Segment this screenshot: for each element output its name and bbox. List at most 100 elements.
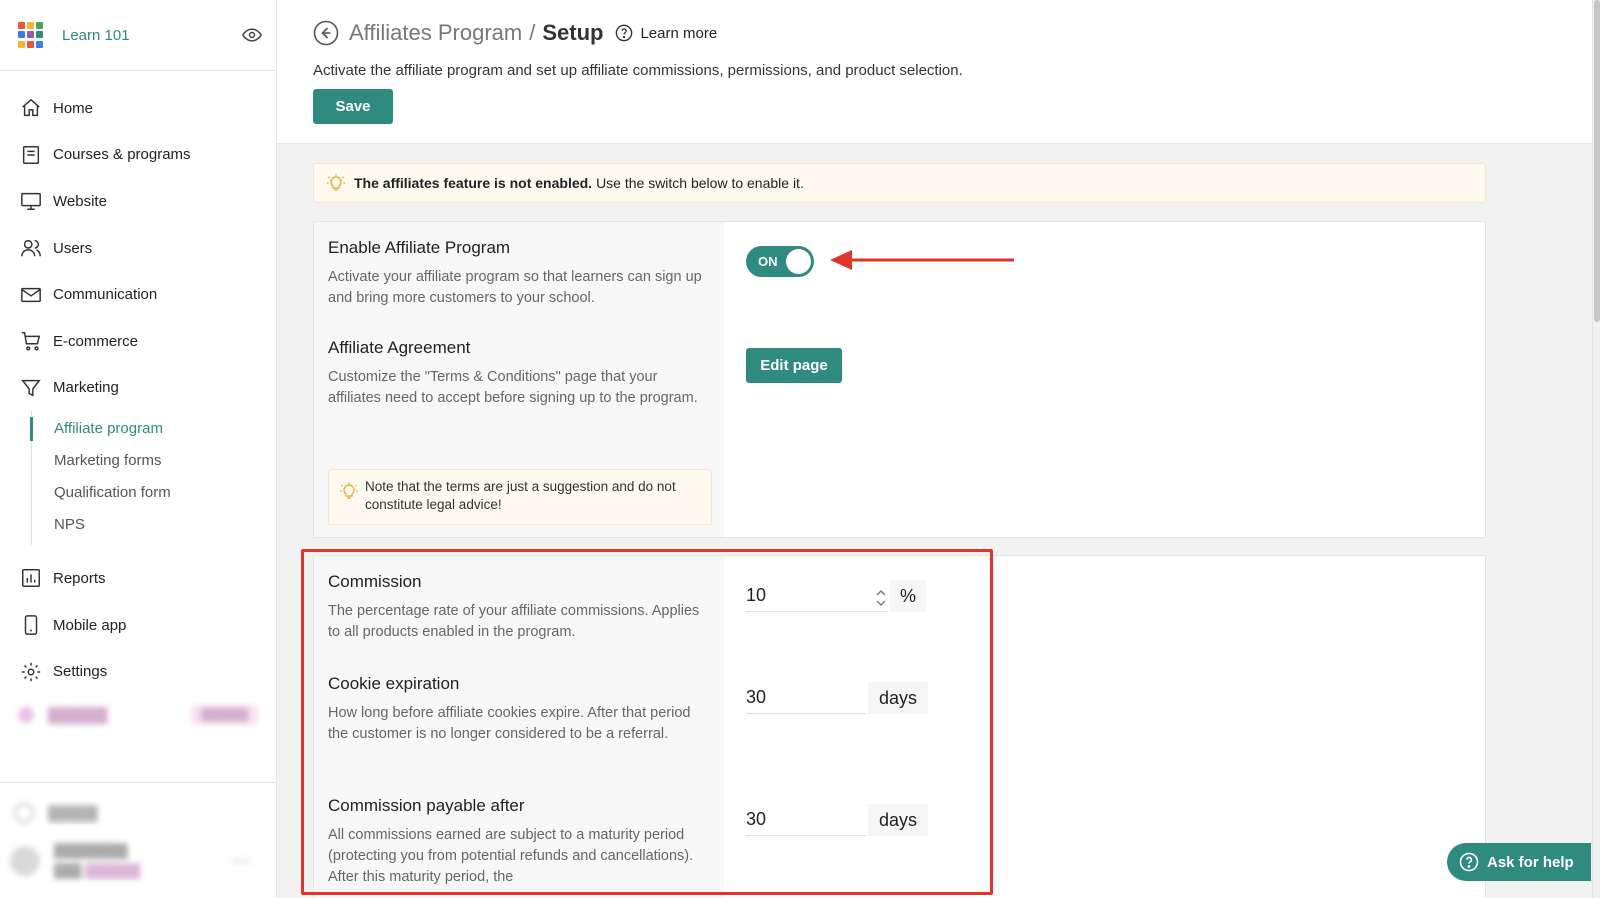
payable-title: Commission payable after [328, 796, 525, 815]
nav-item-users[interactable]: Users [0, 225, 276, 272]
home-icon [22, 99, 40, 117]
gear-icon [21, 662, 41, 681]
commission-settings-card: Commission The percentage rate of your a… [313, 555, 1486, 898]
nav-item-home[interactable]: Home [0, 85, 276, 132]
ask-for-help-button[interactable]: Ask for help [1447, 843, 1591, 881]
main-content: Affiliates Program / Setup Learn more Ac… [277, 0, 1592, 898]
notice-text: Use the switch below to enable it. [596, 175, 804, 191]
account-more-icon [232, 860, 250, 862]
funnel-icon [21, 379, 41, 397]
lightbulb-icon [340, 482, 358, 499]
legal-note-text: Note that the terms are just a suggestio… [365, 479, 676, 512]
lightbulb-icon [327, 174, 345, 191]
nav-label: Home [53, 99, 94, 117]
nav-label: Courses & programs [53, 146, 191, 164]
subnav-item-qualification-form[interactable]: Qualification form [31, 477, 276, 509]
agreement-desc: Customize the "Terms & Conditions" page … [328, 369, 698, 406]
help-circle-icon [1459, 852, 1479, 872]
monitor-icon [21, 193, 41, 211]
payable-after-input[interactable] [746, 804, 866, 836]
account-plan-redacted: ███ ██████ [54, 863, 141, 878]
search-icon [14, 803, 34, 823]
learn-more-link[interactable]: Learn more [615, 24, 717, 42]
feature-disabled-notice: The affiliates feature is not enabled. U… [313, 163, 1486, 203]
users-icon [21, 240, 41, 257]
enable-program-title: Enable Affiliate Program [328, 238, 511, 257]
subnav-item-marketing-forms[interactable]: Marketing forms [31, 445, 276, 477]
nav-label: Website [53, 192, 107, 210]
nav-label: E-commerce [53, 332, 139, 350]
nav-item-reports[interactable]: Reports [0, 555, 276, 602]
ask-for-help-label: Ask for help [1487, 853, 1574, 871]
cookie-desc: How long before affiliate cookies expire… [328, 705, 691, 742]
annotation-arrow-icon [830, 250, 1014, 270]
toggle-state-label: ON [758, 254, 778, 269]
upgrade-pill-redacted: ██████ [191, 705, 258, 725]
page-header: Affiliates Program / Setup Learn more Ac… [277, 0, 1592, 144]
breadcrumb-parent[interactable]: Affiliates Program [349, 20, 522, 46]
subnav-item-affiliate-program[interactable]: Affiliate program [30, 413, 276, 445]
page-scrollbar[interactable] [1592, 0, 1600, 898]
nav-label: Settings [53, 663, 108, 681]
apps-grid-icon[interactable] [18, 22, 44, 48]
enable-program-desc: Activate your affiliate program so that … [328, 269, 702, 306]
save-button[interactable]: Save [313, 89, 393, 124]
reports-icon [22, 569, 40, 588]
commission-title: Commission [328, 572, 422, 591]
nav-label: Marketing [53, 379, 119, 397]
enable-program-toggle[interactable]: ON [746, 246, 814, 277]
legal-note: Note that the terms are just a suggestio… [328, 469, 712, 525]
notice-bold: The affiliates feature is not enabled. [354, 175, 593, 191]
mail-icon [21, 287, 41, 302]
nav-item-settings[interactable]: Settings [0, 648, 276, 695]
commission-unit: % [890, 580, 926, 612]
edit-page-button[interactable]: Edit page [746, 348, 842, 383]
breadcrumb-separator: / [529, 20, 536, 45]
sidebar-search[interactable]: █████ [14, 803, 98, 823]
marketing-subnav: Affiliate program Marketing forms Qualif… [30, 411, 276, 546]
payable-desc: All commissions earned are subject to a … [328, 827, 694, 885]
commission-input[interactable] [746, 580, 888, 612]
nav-item-website[interactable]: Website [0, 178, 276, 225]
back-arrow-icon[interactable] [313, 20, 339, 46]
sidebar: Learn 101 Home Courses & programs Websit… [0, 0, 277, 898]
page-title: Setup [542, 20, 604, 45]
search-redacted: █████ [48, 805, 98, 821]
stepper-arrows-icon[interactable] [874, 586, 888, 610]
nav-item-ecommerce[interactable]: E-commerce [0, 318, 276, 365]
nav-label: Communication [53, 286, 158, 304]
nav-label: Mobile app [53, 616, 127, 634]
breadcrumb: Affiliates Program / Setup Learn more [313, 18, 1592, 48]
account-name-redacted: ████████ [54, 843, 128, 858]
nav-item-mobile-app[interactable]: Mobile app [0, 602, 276, 649]
main-nav: Home Courses & programs Website Users Co… [0, 71, 276, 695]
cookie-unit: days [868, 682, 928, 714]
help-circle-icon [616, 24, 633, 42]
nav-item-courses[interactable]: Courses & programs [0, 132, 276, 179]
commission-desc: The percentage rate of your affiliate co… [328, 603, 700, 640]
upgrade-icon [18, 707, 34, 723]
toggle-knob [786, 249, 811, 274]
agreement-title: Affiliate Agreement [328, 338, 471, 357]
avatar [10, 846, 40, 876]
scrollbar-thumb[interactable] [1594, 0, 1600, 322]
upgrade-redacted: ██████ [48, 707, 108, 723]
nav-item-communication[interactable]: Communication [0, 271, 276, 318]
eye-icon[interactable] [242, 25, 262, 45]
sidebar-header: Learn 101 [0, 0, 276, 71]
nav-item-marketing[interactable]: Marketing [0, 365, 276, 412]
upgrade-banner[interactable]: ██████ ██████ [18, 705, 258, 725]
cookie-title: Cookie expiration [328, 674, 460, 693]
school-name[interactable]: Learn 101 [62, 27, 130, 44]
subnav-item-nps[interactable]: NPS [31, 509, 276, 541]
nav-label: Reports [53, 569, 106, 587]
learn-more-label: Learn more [640, 24, 718, 42]
sidebar-footer: █████ ████████ ███ ██████ [0, 782, 277, 898]
mobile-icon [24, 615, 38, 635]
nav-label: Users [53, 239, 93, 257]
courses-icon [22, 145, 40, 164]
cookie-expiration-input[interactable] [746, 682, 866, 714]
page-description: Activate the affiliate program and set u… [313, 62, 963, 79]
account-menu[interactable]: ████████ ███ ██████ [10, 841, 250, 881]
cart-icon [21, 332, 41, 351]
